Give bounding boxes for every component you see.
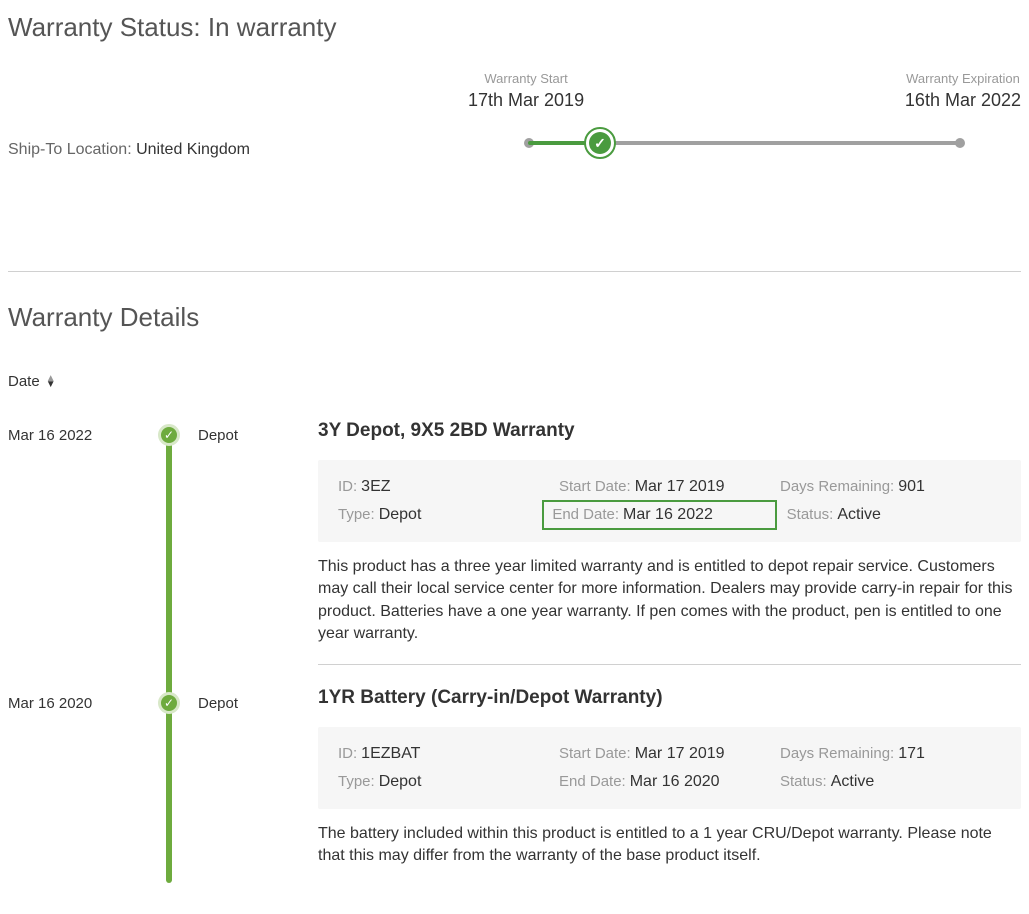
warranty-end-date: End Date: Mar 16 2020 [559,773,780,791]
warranty-start-date: Start Date: Mar 17 2019 [559,745,780,763]
timeline-marker: ✓ [584,127,616,159]
timeline-vertical-line [166,434,172,883]
ship-to-value: United Kingdom [136,141,250,158]
timeline-end-dot [955,138,965,148]
warranty-end-label: Warranty Expiration [905,71,1021,86]
warranty-status: Status: Active [787,506,1001,524]
warranty-end-date: End Date: Mar 16 2022 [542,500,776,530]
warranty-item: 1YR Battery (Carry-in/Depot Warranty) ID… [318,687,1021,868]
warranty-end-date: 16th Mar 2022 [905,90,1021,111]
ship-to-location: Ship-To Location: United Kingdom [8,141,468,159]
warranty-start-date: Start Date: Mar 17 2019 [559,478,780,496]
date-sort-control[interactable]: Date ▲ ▼ [8,373,1021,390]
timeline-type: Depot [198,695,238,712]
warranty-timeline: Warranty Start 17th Mar 2019 Warranty Ex… [468,71,1021,161]
item-divider [318,664,1021,665]
warranty-status: Status: Active [780,773,1001,791]
timeline-type: Depot [198,427,238,444]
warranty-item: 3Y Depot, 9X5 2BD Warranty ID: 3EZ Start… [318,420,1021,646]
warranty-start-label: Warranty Start [468,71,584,86]
check-icon: ✓ [158,692,180,714]
timeline-bar: ✓ [468,125,1021,161]
warranty-item-title: 3Y Depot, 9X5 2BD Warranty [318,420,1021,442]
warranty-info-card: ID: 3EZ Start Date: Mar 17 2019 Days Rem… [318,460,1021,542]
warranty-item-title: 1YR Battery (Carry-in/Depot Warranty) [318,687,1021,709]
check-icon: ✓ [158,424,180,446]
sort-down-icon: ▼ [46,382,56,388]
sort-arrows-icon: ▲ ▼ [46,376,56,388]
warranty-id: ID: 1EZBAT [338,745,559,763]
sort-label: Date [8,373,40,390]
warranty-info-card: ID: 1EZBAT Start Date: Mar 17 2019 Days … [318,727,1021,809]
warranty-status-heading: Warranty Status: In warranty [8,12,1021,43]
timeline-date: Mar 16 2022 [8,427,148,444]
warranty-id: ID: 3EZ [338,478,559,496]
warranty-items: 3Y Depot, 9X5 2BD Warranty ID: 3EZ Start… [318,420,1021,883]
timeline-point: Mar 16 2022 ✓ Depot [8,420,318,450]
status-label: Warranty Status: [8,12,201,42]
warranty-description: This product has a three year limited wa… [318,556,1021,646]
warranty-days-remaining: Days Remaining: 171 [780,745,1001,763]
warranty-type: Type: Depot [338,506,552,524]
details-timeline: Mar 16 2022 ✓ Depot Mar 16 2020 ✓ Depot [8,420,318,883]
status-value: In warranty [208,12,337,42]
timeline-point: Mar 16 2020 ✓ Depot [8,688,318,718]
check-icon: ✓ [589,132,611,154]
warranty-days-remaining: Days Remaining: 901 [780,478,1001,496]
warranty-description: The battery included within this product… [318,823,1021,868]
warranty-type: Type: Depot [338,773,559,791]
warranty-start-date: 17th Mar 2019 [468,90,584,111]
ship-to-label: Ship-To Location: [8,141,132,158]
warranty-details-heading: Warranty Details [8,302,1021,333]
section-divider [8,271,1021,272]
timeline-date: Mar 16 2020 [8,695,148,712]
